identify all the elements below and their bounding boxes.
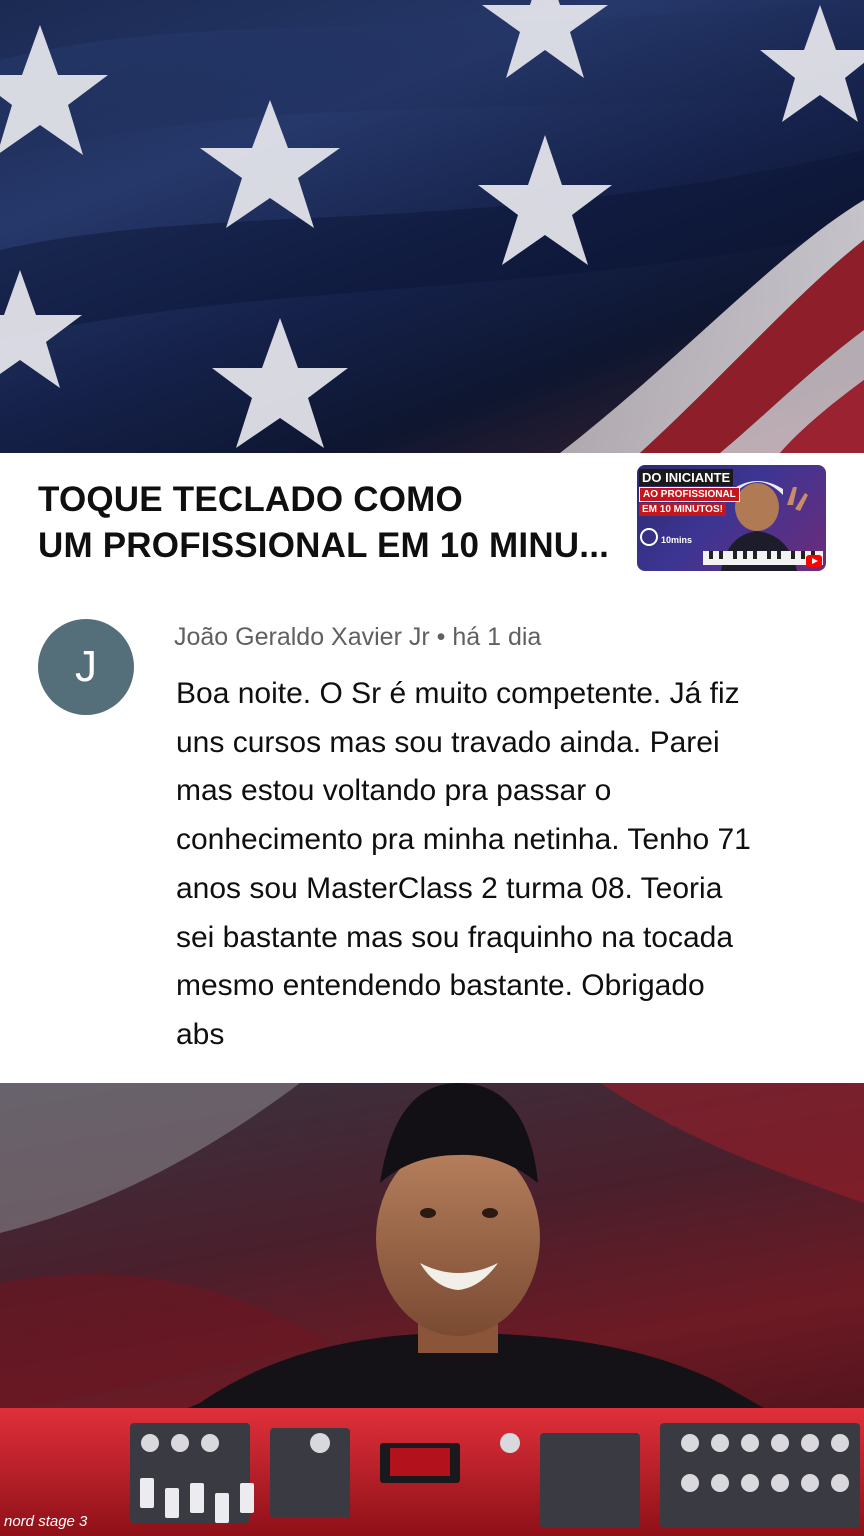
hand-icon xyxy=(787,487,808,511)
avatar[interactable]: J xyxy=(38,619,134,715)
flag-illustration xyxy=(0,0,864,453)
video-thumbnail[interactable]: DO INICIANTE AO PROFISSIONAL EM 10 MINUT… xyxy=(637,465,826,571)
person-eye xyxy=(482,1208,498,1218)
person-face xyxy=(376,1140,540,1336)
comment-line: uns cursos mas sou travado ainda. Parei xyxy=(176,725,720,759)
comment-time: há 1 dia xyxy=(452,623,542,651)
youtube-logo-icon xyxy=(806,555,822,567)
star-icon xyxy=(212,318,348,448)
comment-author[interactable]: João Geraldo Xavier Jr xyxy=(174,623,430,651)
thumbnail-tag: AO PROFISSIONAL xyxy=(639,487,740,502)
video-title-line: TOQUE TECLADO COMO xyxy=(38,480,463,519)
thumbnail-tag: DO INICIANTE xyxy=(639,469,734,486)
keyboard-brand-label: nord stage 3 xyxy=(4,1513,88,1530)
keyboardist-illustration xyxy=(0,1083,864,1536)
person-eye xyxy=(420,1208,436,1218)
flag-stripe-light xyxy=(0,1083,300,1233)
person-face xyxy=(735,483,779,531)
comment-line: anos sou MasterClass 2 turma 08. Teoria xyxy=(176,871,723,905)
comment: J João Geraldo Xavier Jr • há 1 dia Boa … xyxy=(0,593,864,1083)
video-title-line: UM PROFISSIONAL EM 10 MINU... xyxy=(38,526,610,565)
video-title[interactable]: TOQUE TECLADO COMO UM PROFISSIONAL EM 10… xyxy=(38,477,628,569)
keyboard-display xyxy=(390,1448,450,1476)
video-card[interactable]: TOQUE TECLADO COMO UM PROFISSIONAL EM 10… xyxy=(0,453,864,593)
flag-background-image xyxy=(0,0,864,453)
comment-line: mesmo entendendo bastante. Obrigado xyxy=(176,969,705,1003)
comment-line: sei bastante mas sou fraquinho na tocada xyxy=(176,920,734,954)
comment-meta: João Geraldo Xavier Jr • há 1 dia xyxy=(174,623,541,652)
meta-separator: • xyxy=(429,623,453,651)
comment-line: Boa noite. O Sr é muito competente. Já f… xyxy=(176,677,740,710)
thumbnail-timer-label: 10mins xyxy=(661,535,693,545)
keyboardist-image: nord stage 3 xyxy=(0,1083,864,1536)
flag-fold xyxy=(0,0,864,160)
comment-line: abs xyxy=(176,1017,225,1051)
comment-text: Boa noite. O Sr é muito competente. Já f… xyxy=(176,670,826,1060)
comment-line: conhecimento pra minha netinha. Tenho 71 xyxy=(176,823,751,857)
comment-line: mas estou voltando pra passar o xyxy=(176,774,612,808)
timer-icon xyxy=(640,528,658,546)
screen: TOQUE TECLADO COMO UM PROFISSIONAL EM 10… xyxy=(0,0,864,1536)
flag-stripe-red xyxy=(600,1083,864,1203)
thumbnail-tag: EM 10 MINUTOS! xyxy=(639,503,726,516)
